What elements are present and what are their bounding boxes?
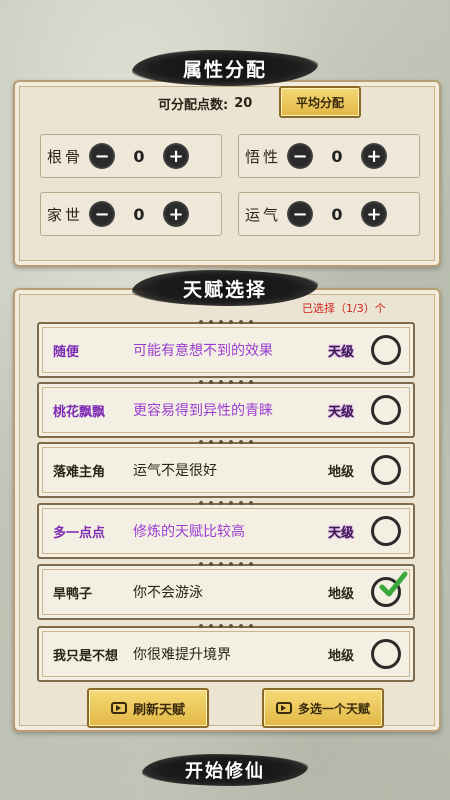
- talent-card[interactable]: 落难主角 运气不是很好 地级: [37, 442, 415, 498]
- points-label: 可分配点数:: [158, 98, 229, 113]
- plus-button[interactable]: +: [361, 201, 387, 227]
- checkmark-icon: [379, 571, 408, 597]
- minus-button[interactable]: −: [287, 201, 313, 227]
- talent-name: 我只是不想: [53, 645, 127, 664]
- talent-name: 多一点点: [53, 522, 127, 541]
- select-circle-icon[interactable]: [371, 639, 401, 669]
- talent-name: 随便: [53, 341, 127, 360]
- minus-button[interactable]: −: [89, 143, 115, 169]
- stat-label: 根骨: [46, 147, 83, 166]
- talent-name: 桃花飘飘: [53, 401, 127, 420]
- talent-grade: 天级: [327, 404, 354, 420]
- stat-jiashi: 家世 − 0 +: [40, 192, 222, 236]
- multi-select-talent-button[interactable]: 多选一个天赋: [262, 688, 384, 728]
- talent-description: 可能有意想不到的效果: [133, 343, 273, 359]
- talent-description: 修炼的天赋比较高: [133, 524, 245, 540]
- video-icon: [110, 702, 127, 714]
- select-circle-icon[interactable]: [371, 455, 401, 485]
- stat-label: 运气: [244, 205, 281, 224]
- average-allocate-button[interactable]: 平均分配: [279, 86, 361, 118]
- stat-value: 0: [331, 204, 343, 224]
- select-circle-icon[interactable]: [371, 571, 408, 607]
- talent-grade: 地级: [327, 586, 354, 602]
- video-icon: [275, 702, 292, 714]
- stat-value: 0: [331, 146, 343, 166]
- talent-description: 运气不是很好: [133, 463, 217, 479]
- talent-name: 落难主角: [53, 461, 127, 480]
- minus-button[interactable]: −: [89, 201, 115, 227]
- talent-description: 你不会游泳: [133, 585, 203, 601]
- refresh-label: 刷新天赋: [132, 702, 185, 718]
- talent-description: 更容易得到异性的青睐: [133, 403, 273, 419]
- talent-card[interactable]: 桃花飘飘 更容易得到异性的青睐 天级: [37, 382, 415, 438]
- talent-card[interactable]: 旱鸭子 你不会游泳 地级: [37, 564, 415, 620]
- talent-card[interactable]: 多一点点 修炼的天赋比较高 天级: [37, 503, 415, 559]
- talent-grade: 天级: [327, 525, 354, 541]
- talent-card[interactable]: 随便 可能有意想不到的效果 天级: [37, 322, 415, 378]
- plus-button[interactable]: +: [361, 143, 387, 169]
- select-circle-icon[interactable]: [371, 335, 401, 365]
- talent-grade: 地级: [327, 464, 354, 480]
- stat-label: 家世: [46, 205, 83, 224]
- stat-value: 0: [133, 146, 145, 166]
- stat-genggu: 根骨 − 0 +: [40, 134, 222, 178]
- stat-label: 悟性: [244, 147, 281, 166]
- talent-card[interactable]: 我只是不想 你很难提升境界 地级: [37, 626, 415, 682]
- points-value: 20: [234, 96, 253, 111]
- select-circle-icon[interactable]: [371, 516, 401, 546]
- plus-button[interactable]: +: [163, 201, 189, 227]
- plus-button[interactable]: +: [163, 143, 189, 169]
- stat-value: 0: [133, 204, 145, 224]
- talent-name: 旱鸭子: [53, 583, 127, 602]
- talent-description: 你很难提升境界: [133, 647, 231, 663]
- stat-wuxing: 悟性 − 0 +: [238, 134, 420, 178]
- minus-button[interactable]: −: [287, 143, 313, 169]
- talent-grade: 地级: [327, 648, 354, 664]
- talent-grade: 天级: [327, 344, 354, 360]
- refresh-talents-button[interactable]: 刷新天赋: [87, 688, 209, 728]
- select-circle-icon[interactable]: [371, 395, 401, 425]
- stat-yunqi: 运气 − 0 +: [238, 192, 420, 236]
- multi-label: 多选一个天赋: [297, 701, 370, 716]
- selected-count: 已选择（1/3）个: [302, 302, 386, 315]
- points-row: 可分配点数: 20: [158, 94, 252, 113]
